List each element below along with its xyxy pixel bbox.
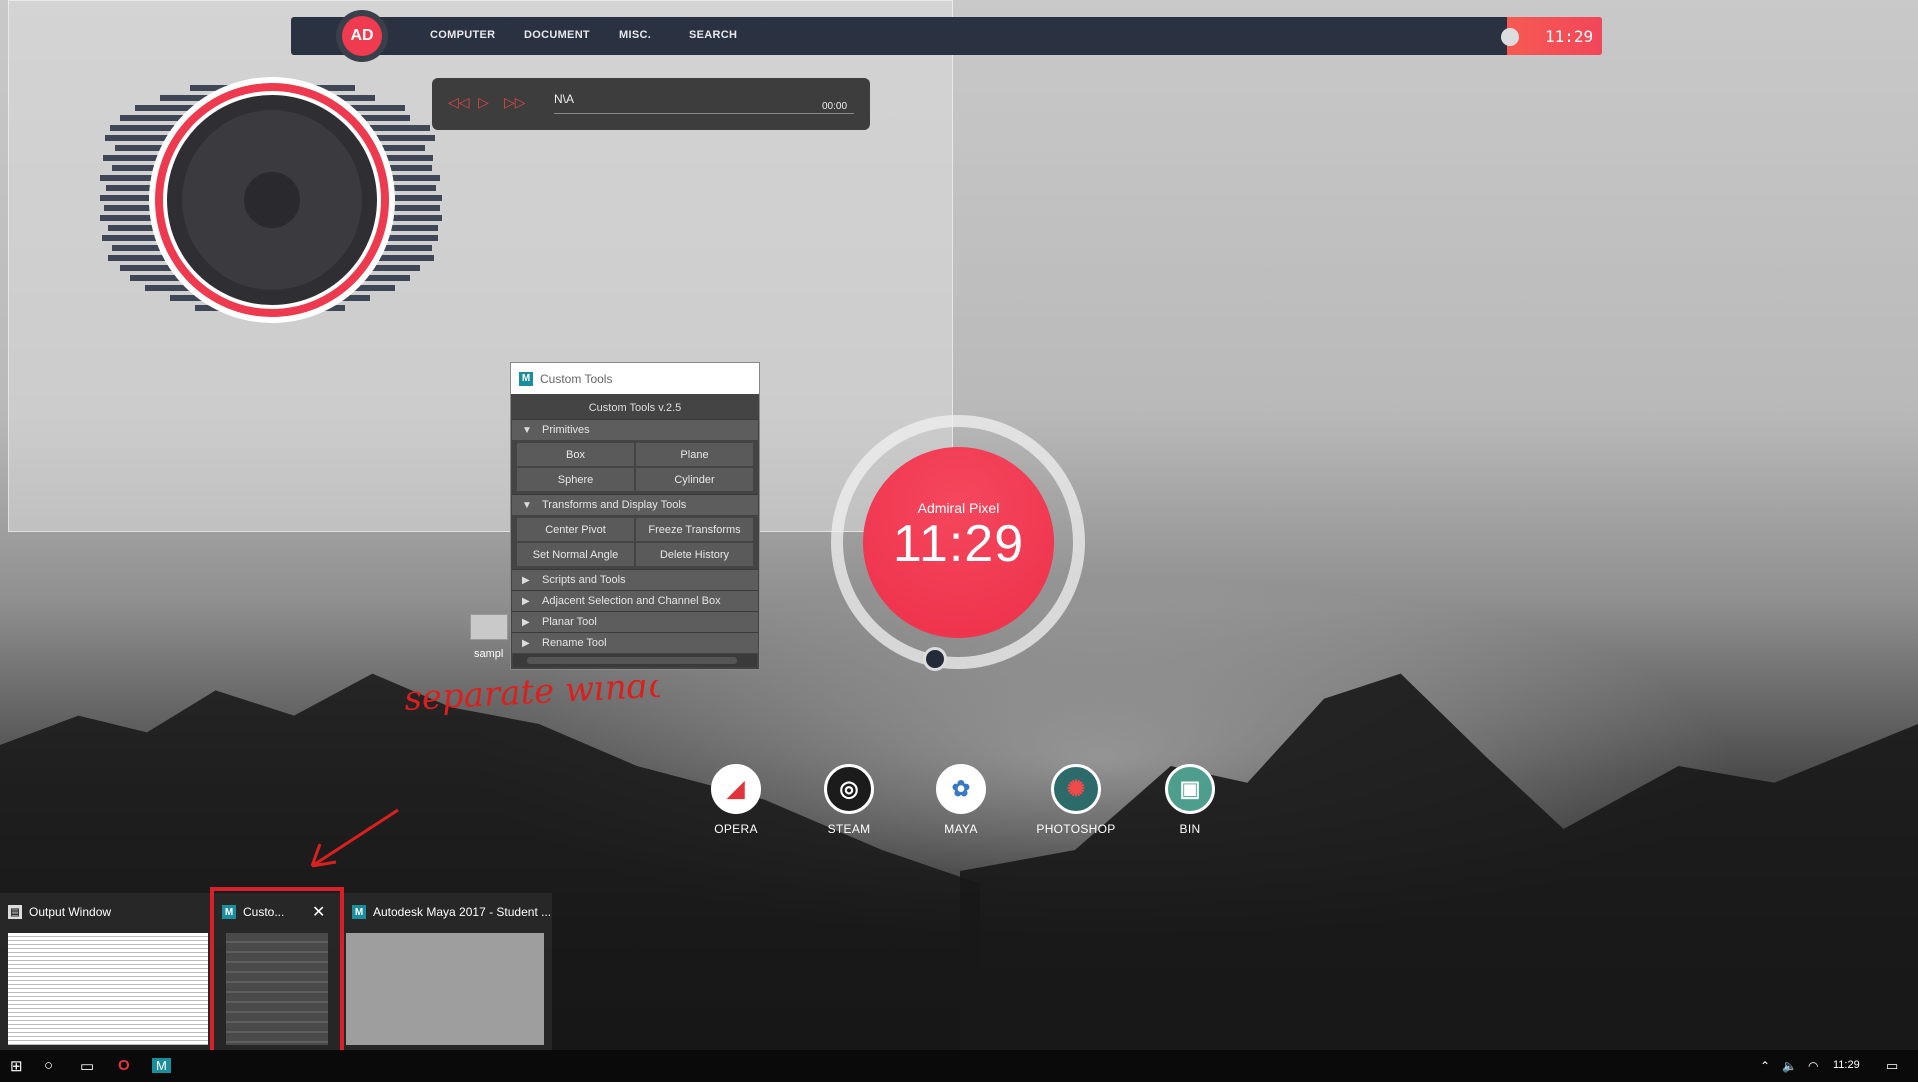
thumbnail-preview <box>8 933 208 1045</box>
section-label: Primitives <box>542 424 590 436</box>
section-label: Transforms and Display Tools <box>542 499 687 511</box>
section-label: Adjacent Selection and Channel Box <box>542 595 721 607</box>
wifi-icon[interactable]: ◠ <box>1808 1059 1818 1073</box>
set-normal-angle-button[interactable]: Set Normal Angle <box>517 543 634 566</box>
music-player: ◁◁ ▷ ▷▷ N\A 00:00 <box>432 78 870 130</box>
section-transforms[interactable]: ▼ Transforms and Display Tools <box>512 494 758 515</box>
delete-history-button[interactable]: Delete History <box>636 543 753 566</box>
launcher-steam[interactable]: ◎ STEAM <box>809 764 889 836</box>
launcher-label: OPERA <box>714 822 758 836</box>
top-clock: 11:29 <box>1501 17 1602 55</box>
mountain-silhouette-right <box>960 673 1918 1060</box>
custom-tools-titlebar[interactable]: M Custom Tools <box>511 363 759 394</box>
expanded-arrow-icon: ▼ <box>522 424 532 436</box>
collapsed-arrow-icon: ▶ <box>522 595 530 607</box>
logo-text: AD <box>342 16 382 56</box>
start-icon[interactable]: ⊞ <box>10 1057 23 1075</box>
speaker-dustcap <box>244 172 300 228</box>
tray-clock[interactable]: 11:29 <box>1833 1059 1860 1071</box>
launcher-bin[interactable]: ▣ BIN <box>1150 764 1230 836</box>
thumbnail-title: Autodesk Maya 2017 - Student ... <box>373 905 552 919</box>
section-label: Rename Tool <box>542 637 607 649</box>
play-dot-icon[interactable] <box>1501 28 1519 46</box>
section-primitives[interactable]: ▼ Primitives <box>512 419 758 440</box>
plane-button[interactable]: Plane <box>636 443 753 466</box>
volume-icon[interactable]: 🔈 <box>1782 1059 1797 1073</box>
maya-icon: ✿ <box>936 764 986 814</box>
highlight-box <box>210 887 344 1062</box>
collapsed-arrow-icon: ▶ <box>522 574 530 586</box>
section-scripts[interactable]: ▶ Scripts and Tools <box>512 569 758 590</box>
play-icon[interactable]: ▷ <box>478 94 489 111</box>
launcher-opera[interactable]: ◢ OPERA <box>696 764 776 836</box>
launcher-label: PHOTOSHOP <box>1036 822 1116 836</box>
version-label: Custom Tools v.2.5 <box>588 402 682 414</box>
photoshop-icon: ✺ <box>1051 764 1101 814</box>
section-label: Planar Tool <box>542 616 597 628</box>
annotation-arrow <box>310 808 399 868</box>
box-button[interactable]: Box <box>517 443 634 466</box>
track-title: N\A <box>554 92 575 106</box>
recycle-bin-icon: ▣ <box>1165 764 1215 814</box>
rewind-icon[interactable]: ◁◁ <box>448 94 470 111</box>
logo[interactable]: AD <box>336 10 388 62</box>
collapsed-arrow-icon: ▶ <box>522 637 530 649</box>
launcher-label: MAYA <box>944 822 978 836</box>
taskbar: ⊞ ○ ▭ O M ⌃ 🔈 ◠ 11:29 ▭ <box>0 1050 1918 1082</box>
window-title: Custom Tools <box>540 371 613 386</box>
scrollbar-thumb[interactable] <box>527 657 737 664</box>
rainmeter-top-bar: COMPUTER DOCUMENT MISC. SEARCH <box>291 17 1602 55</box>
thumbnail-output-window[interactable]: ▤ Output Window <box>0 893 210 1051</box>
launcher-photoshop[interactable]: ✺ PHOTOSHOP <box>1036 764 1116 836</box>
launcher-maya[interactable]: ✿ MAYA <box>921 764 1001 836</box>
clock-widget-time: 11:29 <box>892 515 1025 573</box>
thumbnail-preview <box>346 933 544 1045</box>
desktop-file-label: sampl <box>474 648 504 660</box>
expanded-arrow-icon: ▼ <box>522 499 532 511</box>
opera-icon: ◢ <box>711 764 761 814</box>
handwritten-annotation: separate window !! <box>310 680 660 868</box>
custom-tools-window: M Custom Tools Custom Tools v.2.5 ▼ Primi… <box>510 362 760 670</box>
output-window-icon: ▤ <box>8 905 22 919</box>
nav-document[interactable]: DOCUMENT <box>524 29 590 41</box>
steam-icon: ◎ <box>824 764 874 814</box>
maya-icon[interactable]: M <box>152 1058 171 1073</box>
nav-search[interactable]: SEARCH <box>689 29 737 41</box>
maya-icon: M <box>352 905 366 919</box>
top-clock-time: 11:29 <box>1545 27 1594 46</box>
sphere-button[interactable]: Sphere <box>517 468 634 491</box>
track-time: 00:00 <box>822 101 848 112</box>
thumbnail-title: Output Window <box>29 905 112 919</box>
section-label: Scripts and Tools <box>542 574 626 586</box>
desktop-file-icon[interactable] <box>470 614 508 640</box>
launcher-label: BIN <box>1179 822 1201 836</box>
section-planar[interactable]: ▶ Planar Tool <box>512 611 758 632</box>
nav-misc[interactable]: MISC. <box>619 29 651 41</box>
cylinder-button[interactable]: Cylinder <box>636 468 753 491</box>
notification-icon[interactable]: ▭ <box>1886 1058 1898 1074</box>
freeze-transforms-button[interactable]: Freeze Transforms <box>636 518 753 541</box>
annotation-text: separate window !! <box>403 680 660 719</box>
speaker-visualizer <box>100 77 442 323</box>
collapsed-arrow-icon: ▶ <box>522 616 530 628</box>
task-view-icon[interactable]: ▭ <box>80 1057 94 1075</box>
thumbnail-maya[interactable]: M Autodesk Maya 2017 - Student ... <box>344 893 552 1051</box>
section-rename[interactable]: ▶ Rename Tool <box>512 632 758 653</box>
clock-knob[interactable] <box>923 647 947 671</box>
cortana-icon[interactable]: ○ <box>44 1057 53 1074</box>
center-pivot-button[interactable]: Center Pivot <box>517 518 634 541</box>
nav-computer[interactable]: COMPUTER <box>430 29 495 41</box>
horizontal-scrollbar[interactable] <box>513 654 757 667</box>
section-adjacent[interactable]: ▶ Adjacent Selection and Channel Box <box>512 590 758 611</box>
opera-icon[interactable]: O <box>118 1057 130 1074</box>
launcher-label: STEAM <box>827 822 871 836</box>
maya-icon: M <box>519 371 533 386</box>
chevron-up-icon[interactable]: ⌃ <box>1760 1059 1770 1073</box>
fast-forward-icon[interactable]: ▷▷ <box>504 94 526 111</box>
progress-line[interactable] <box>554 113 854 114</box>
